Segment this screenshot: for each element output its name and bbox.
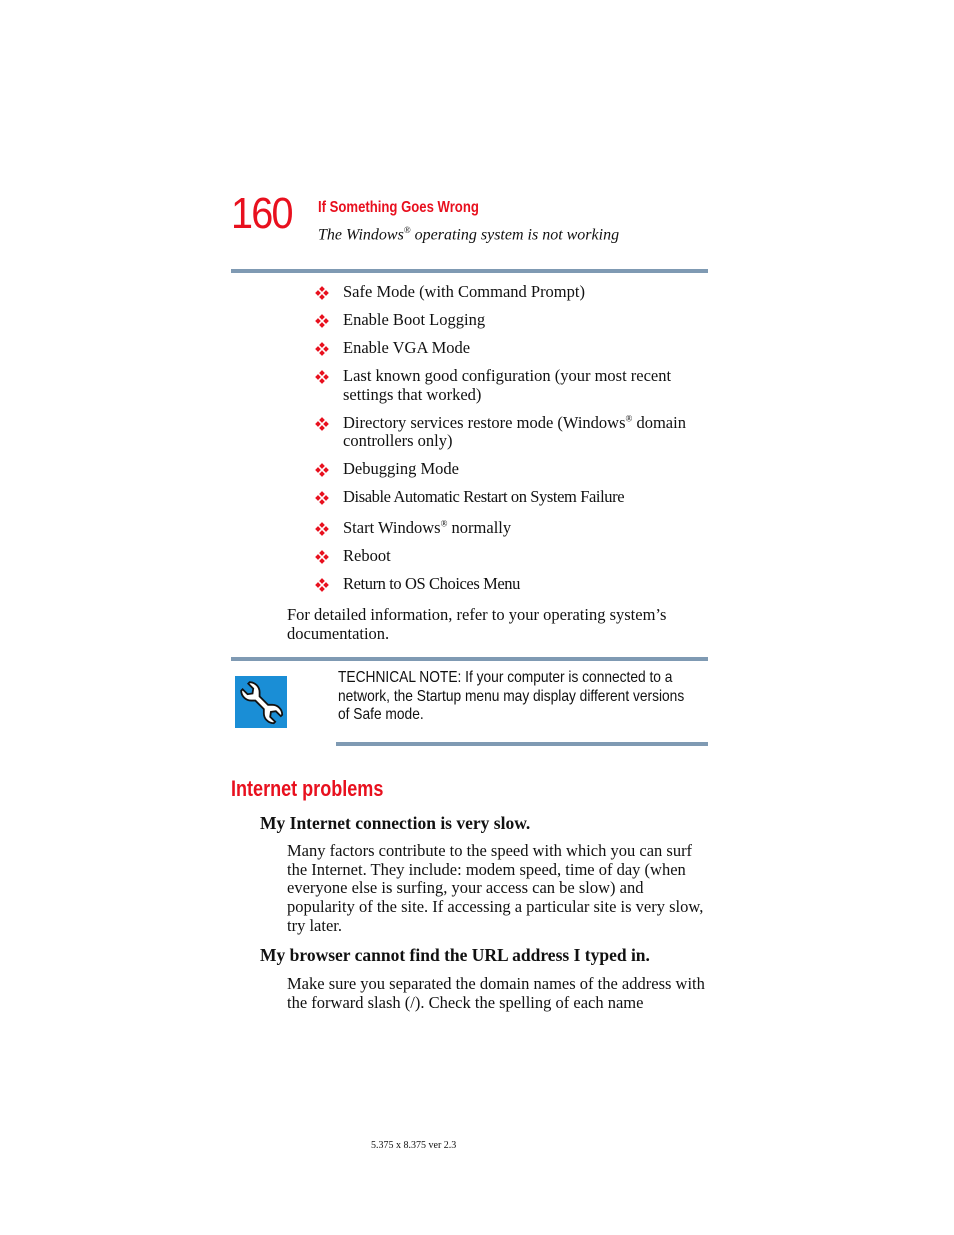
list-item: Return to OS Choices Menu [315,574,710,594]
red-diamond-bullet-icon [315,314,329,328]
topic-heading-url-not-found: My browser cannot find the URL address I… [260,945,650,965]
page-spec-footer: 5.375 x 8.375 ver 2.3 [371,1140,457,1151]
list-item: Enable Boot Logging [315,310,710,330]
topic-body-url-not-found: Make sure you separated the domain names… [287,974,705,1012]
section-heading-internet-problems: Internet problems [231,776,384,801]
list-item: Start Windows® normally [315,518,710,538]
list-item: Debugging Mode [315,459,710,479]
red-diamond-bullet-icon [315,286,329,300]
red-diamond-bullet-icon [315,463,329,477]
list-item: Last known good configuration (your most… [315,366,710,404]
section-subtitle: The Windows® operating system is not wor… [318,225,620,244]
red-diamond-bullet-icon [315,342,329,356]
topic-heading-slow-connection: My Internet connection is very slow. [260,813,531,833]
note-top-rule [231,657,708,661]
red-diamond-bullet-icon [315,491,329,505]
note-bottom-rule [336,742,708,746]
red-diamond-bullet-icon [315,522,329,536]
page-number: 160 [231,189,293,238]
chapter-title: If Something Goes Wrong [318,199,479,216]
list-item: Safe Mode (with Command Prompt) [315,282,710,302]
red-diamond-bullet-icon [315,370,329,384]
list-item: Reboot [315,546,710,566]
red-diamond-bullet-icon [315,416,329,431]
list-item: Directory services restore mode (Windows… [315,413,710,451]
topic-body-slow-connection: Many factors contribute to the speed wit… [287,841,704,935]
red-diamond-bullet-icon [315,550,329,564]
technical-note-text: TECHNICAL NOTE: If your computer is conn… [338,669,685,724]
detailed-info-paragraph: For detailed information, refer to your … [287,605,667,643]
startup-options-list: Safe Mode (with Command Prompt) Enable B… [315,282,710,594]
wrench-icon [235,676,287,728]
red-diamond-bullet-icon [315,578,329,592]
list-item: Enable VGA Mode [315,338,710,358]
list-item: Disable Automatic Restart on System Fail… [315,487,710,507]
header-rule [231,269,708,273]
